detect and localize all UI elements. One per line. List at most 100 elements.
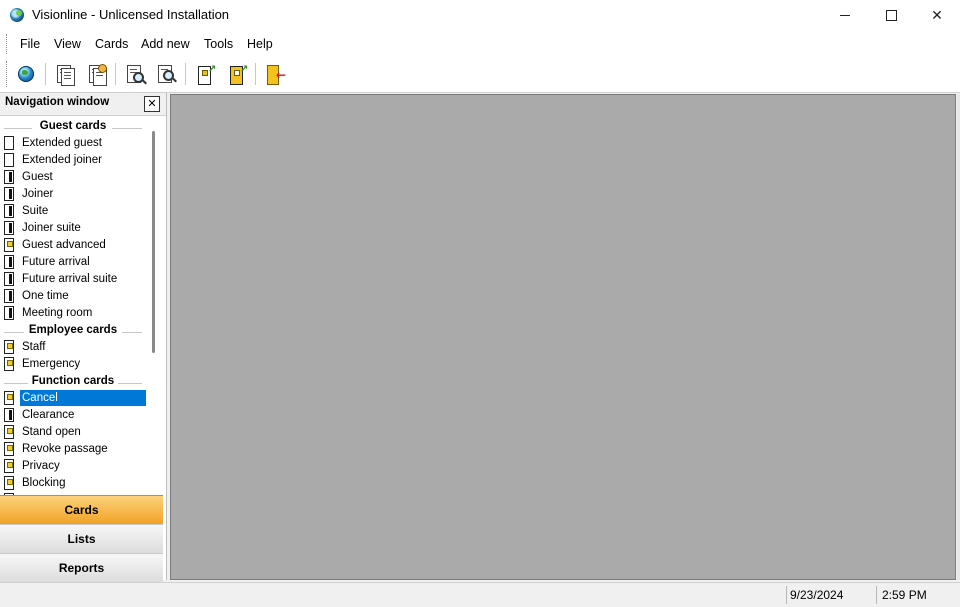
status-date: 9/23/2024 [790, 588, 844, 602]
main-workspace[interactable] [170, 94, 956, 580]
menu-add-new[interactable]: Add new [141, 37, 190, 51]
exit-button[interactable]: ← [262, 62, 286, 86]
card-icon [4, 204, 14, 218]
item-label: Blocking [22, 477, 66, 489]
new-card-button[interactable]: ↗ [192, 62, 216, 86]
status-time: 2:59 PM [882, 588, 927, 602]
list-item[interactable]: Future arrival [0, 254, 146, 271]
list-item[interactable]: Joiner suite [0, 220, 146, 237]
card-icon [4, 153, 14, 167]
menu-grip[interactable] [6, 34, 9, 54]
title-bar: Visionline - Unlicensed Installation ✕ [0, 0, 960, 32]
list-item[interactable]: Joiner [0, 186, 146, 203]
close-icon: ✕ [931, 7, 943, 24]
section-header: Employee cards [0, 324, 146, 340]
card-icon [4, 408, 14, 422]
nav-button-cards[interactable]: Cards [0, 495, 163, 524]
item-label: One time [22, 290, 69, 302]
close-button[interactable]: ✕ [914, 0, 960, 31]
card-icon [4, 221, 14, 235]
app-logo-icon [10, 8, 24, 22]
maximize-icon [885, 10, 897, 21]
nav-button-lists[interactable]: Lists [0, 524, 163, 553]
list-item[interactable]: Staff [0, 339, 146, 356]
section-title: Guest cards [35, 120, 111, 132]
globe-icon [18, 66, 34, 82]
navigation-panel: Navigation window ✕ Guest cards Extended… [0, 93, 167, 582]
list-item[interactable]: Extended guest [0, 135, 146, 152]
find-button[interactable] [154, 62, 178, 86]
item-label: Clearance [22, 409, 75, 421]
navigation-title: Navigation window [5, 96, 110, 108]
item-label: Privacy [22, 460, 60, 472]
section-header: Guest cards [0, 120, 146, 136]
card-icon [4, 136, 14, 150]
item-label: Future arrival [22, 256, 90, 268]
toolbar-separator [115, 63, 116, 85]
user-list-button[interactable] [84, 62, 108, 86]
list-item[interactable]: Guest advanced [0, 237, 146, 254]
card-icon [4, 425, 14, 439]
menu-help[interactable]: Help [247, 37, 273, 51]
list-item[interactable]: One time [0, 288, 146, 305]
scrollbar-thumb[interactable] [152, 131, 155, 353]
item-label: Joiner suite [22, 222, 81, 234]
menu-view[interactable]: View [54, 37, 81, 51]
minimize-button[interactable] [822, 0, 868, 31]
copy-card-button[interactable]: ↗ [224, 62, 248, 86]
item-label: Stand open [22, 426, 81, 438]
section-title: Function cards [27, 375, 119, 387]
list-item[interactable]: Future arrival suite [0, 271, 146, 288]
menu-file[interactable]: File [20, 37, 40, 51]
search-document-button[interactable] [122, 62, 146, 86]
item-label: Meeting room [22, 307, 93, 319]
card-icon [4, 289, 14, 303]
list-item[interactable]: Blocking [0, 475, 146, 492]
item-label: Emergency [22, 358, 81, 370]
menu-cards[interactable]: Cards [95, 37, 128, 51]
list-item[interactable]: Privacy [0, 458, 146, 475]
list-item[interactable]: Revoke passage [0, 441, 146, 458]
toolbar: ↗ ↗ ← [0, 57, 960, 93]
section-title: Employee cards [24, 324, 122, 336]
list-item[interactable]: Suite [0, 203, 146, 220]
item-label: Guest advanced [22, 239, 106, 251]
card-icon [4, 255, 14, 269]
card-icon [4, 459, 14, 473]
item-label: Suite [22, 205, 49, 217]
menu-tools[interactable]: Tools [204, 37, 233, 51]
card-icon [4, 170, 14, 184]
toolbar-separator [185, 63, 186, 85]
item-label: Staff [22, 341, 46, 353]
item-label: Extended joiner [22, 154, 102, 166]
card-type-list[interactable]: Guest cards Extended guest Extended join… [0, 117, 148, 495]
item-label: Extended guest [22, 137, 102, 149]
list-item[interactable]: Meeting room [0, 305, 146, 322]
toolbar-separator [255, 63, 256, 85]
item-label: Revoke passage [22, 443, 108, 455]
online-button[interactable] [14, 62, 38, 86]
card-icon [4, 272, 14, 286]
window-title: Visionline - Unlicensed Installation [32, 7, 230, 22]
card-icon [4, 340, 14, 354]
toolbar-grip[interactable] [6, 61, 9, 87]
list-button[interactable] [52, 62, 76, 86]
maximize-button[interactable] [868, 0, 914, 31]
navigation-header: Navigation window ✕ [0, 93, 166, 116]
status-divider [786, 586, 787, 604]
card-icon [4, 238, 14, 252]
card-icon [4, 391, 14, 405]
list-item[interactable]: Guest [0, 169, 146, 186]
item-label: Future arrival suite [22, 273, 118, 285]
status-divider [876, 586, 877, 604]
navigation-close-button[interactable]: ✕ [144, 96, 160, 112]
list-item[interactable]: Clearance [0, 407, 146, 424]
list-item[interactable]: Stand open [0, 424, 146, 441]
section-header: Function cards [0, 375, 146, 391]
nav-button-reports[interactable]: Reports [0, 553, 163, 582]
minimize-icon [840, 15, 850, 16]
list-item[interactable]: Extended joiner [0, 152, 146, 169]
card-icon [4, 357, 14, 371]
list-item-selected[interactable]: Cancel [0, 390, 146, 407]
list-item[interactable]: Emergency [0, 356, 146, 373]
